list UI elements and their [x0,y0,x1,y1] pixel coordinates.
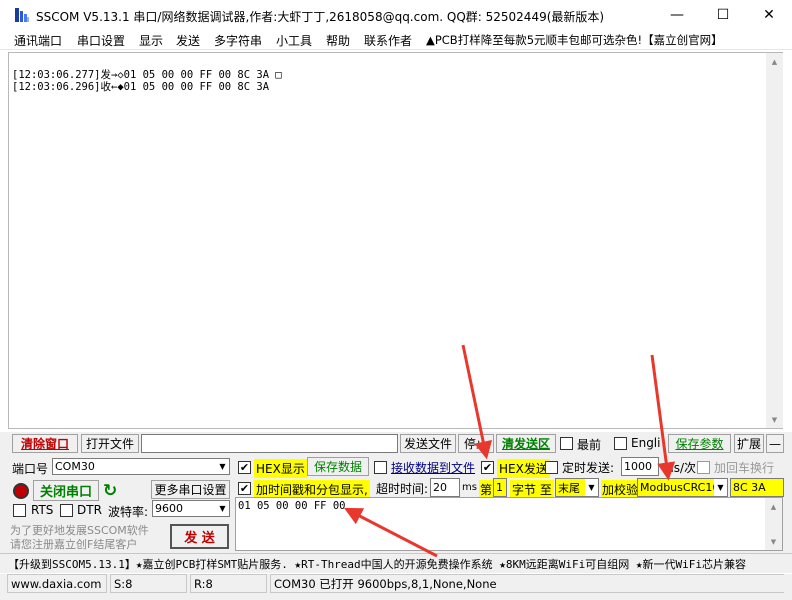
checksum-select[interactable]: ModbusCRC16 ▼ [637,478,728,497]
end-select[interactable]: 末尾 ▼ [555,478,599,497]
timeout-label: 超时时间: [376,482,429,496]
menu-display[interactable]: 显示 [139,32,163,49]
clear-send-button[interactable]: 清发送区 [496,434,556,453]
timeout-input[interactable]: 20 [430,478,460,497]
menu-port-settings[interactable]: 串口设置 [77,32,125,49]
byte-index-input[interactable]: 1 [493,478,507,497]
expand-button[interactable]: 扩展 [734,434,764,453]
menu-tools[interactable]: 小工具 [276,32,312,49]
menu-send[interactable]: 发送 [176,32,200,49]
window-title: SSCOM V5.13.1 串口/网络数据调试器,作者:大虾丁丁,2618058… [36,10,605,24]
topmost-checkbox[interactable] [560,437,573,450]
menu-help[interactable]: 帮助 [326,32,350,49]
send-file-button[interactable]: 发送文件 [400,434,456,453]
receive-area[interactable]: [12:03:06.277]发→◇01 05 00 00 FF 00 8C 3A… [8,52,783,429]
menu-pcb-ad[interactable]: ▲PCB打样降至每款5元顺丰包邮可选杂色!【嘉立创官网】 [426,32,723,48]
english-checkbox[interactable] [614,437,627,450]
receive-scrollbar[interactable]: ▲ ▼ [766,53,783,428]
promo-text-2: 请您注册嘉立创F结尾客户 [10,538,138,551]
stop-button[interactable]: 停止 [458,434,494,453]
save-params-button[interactable]: 保存参数 [668,434,731,453]
send-scrollbar[interactable]: ▲ ▼ [765,498,782,550]
open-file-button[interactable]: 打开文件 [81,434,139,453]
status-website[interactable]: www.daxia.com [7,574,107,593]
send-content: 01 05 00 00 FF 00 [238,500,346,512]
hex-display-label: HEX显示 [254,459,307,478]
menu-bar: 通讯端口 串口设置 显示 发送 多字符串 小工具 帮助 联系作者 ▲PCB打样降… [0,30,792,50]
scroll-up-icon[interactable]: ▲ [766,53,783,70]
interval-unit-label: ms/次 [662,461,696,475]
baud-label: 波特率: [108,505,149,519]
rts-label: RTS [31,503,54,517]
hex-send-label: HEX发送 [497,459,550,478]
maximize-button[interactable]: ☐ [700,0,746,30]
more-port-settings-button[interactable]: 更多串口设置 [151,480,230,499]
add-crlf-label: 加回车换行 [714,461,775,475]
refresh-icon[interactable]: ↻ [103,481,117,501]
chevron-down-icon: ▼ [714,479,727,496]
crc-result-field: 8C 3A [730,478,784,497]
english-label: English [631,436,661,450]
interval-input[interactable]: 1000 [621,457,659,476]
chevron-down-icon: ▼ [216,501,229,516]
scroll-up-icon[interactable]: ▲ [765,498,782,515]
status-bar: www.daxia.com S:8 R:8 COM30 已打开 9600bps,… [0,574,792,600]
timestamp-checkbox[interactable]: ✔ [238,482,251,495]
menu-multi-string[interactable]: 多字符串 [214,32,262,49]
news-ticker[interactable]: 【升级到SSCOM5.13.1】★嘉立创PCB打样SMT贴片服务. ★RT-Th… [0,553,792,573]
file-path-input[interactable] [141,434,398,453]
send-button[interactable]: 发 送 [170,524,229,549]
collapse-button[interactable]: — [766,434,784,453]
save-data-button[interactable]: 保存数据 [307,457,369,476]
timed-send-label: 定时发送: [562,461,615,475]
send-input-area[interactable]: 01 05 00 00 FF 00 ▲ ▼ [235,497,783,551]
baud-rate-select[interactable]: 9600 ▼ [152,500,230,517]
menu-contact-author[interactable]: 联系作者 [364,32,412,49]
recv-to-file-checkbox[interactable] [374,461,387,474]
timed-send-checkbox[interactable] [545,461,558,474]
port-select[interactable]: COM30 ▼ [52,458,230,475]
add-crlf-checkbox[interactable] [697,461,710,474]
minimize-button[interactable]: — [654,0,700,30]
close-button[interactable]: ✕ [746,0,792,30]
dtr-label: DTR [77,503,102,517]
hex-send-checkbox[interactable]: ✔ [481,461,494,474]
hex-display-checkbox[interactable]: ✔ [238,461,251,474]
chevron-down-icon: ▼ [216,459,229,474]
status-sent-count: S:8 [110,574,187,593]
close-port-button[interactable]: 关闭串口 [33,480,99,501]
topmost-label: 最前 [577,438,602,452]
recv-to-file-label[interactable]: 接收数据到文件 [391,459,475,476]
clear-window-button[interactable]: 清除窗口 [12,434,78,453]
dtr-checkbox[interactable] [60,504,73,517]
chevron-down-icon: ▼ [585,479,598,496]
app-icon [15,8,29,22]
scroll-down-icon[interactable]: ▼ [765,533,782,550]
timeout-unit-label: ms [462,482,477,493]
receive-line-received: [12:03:06.296]收←◆01 05 00 00 FF 00 8C 3A [12,81,270,93]
port-status-icon [13,483,29,499]
port-label: 端口号 [12,462,49,476]
ticker-text: 【升级到SSCOM5.13.1】★嘉立创PCB打样SMT贴片服务. ★RT-Th… [8,558,747,571]
status-received-count: R:8 [190,574,267,593]
title-bar: SSCOM V5.13.1 串口/网络数据调试器,作者:大虾丁丁,2618058… [0,0,792,30]
menu-comm-port[interactable]: 通讯端口 [14,32,62,49]
status-port-info: COM30 已打开 9600bps,8,1,None,None [270,574,784,593]
scroll-down-icon[interactable]: ▼ [766,411,783,428]
rts-checkbox[interactable] [13,504,26,517]
